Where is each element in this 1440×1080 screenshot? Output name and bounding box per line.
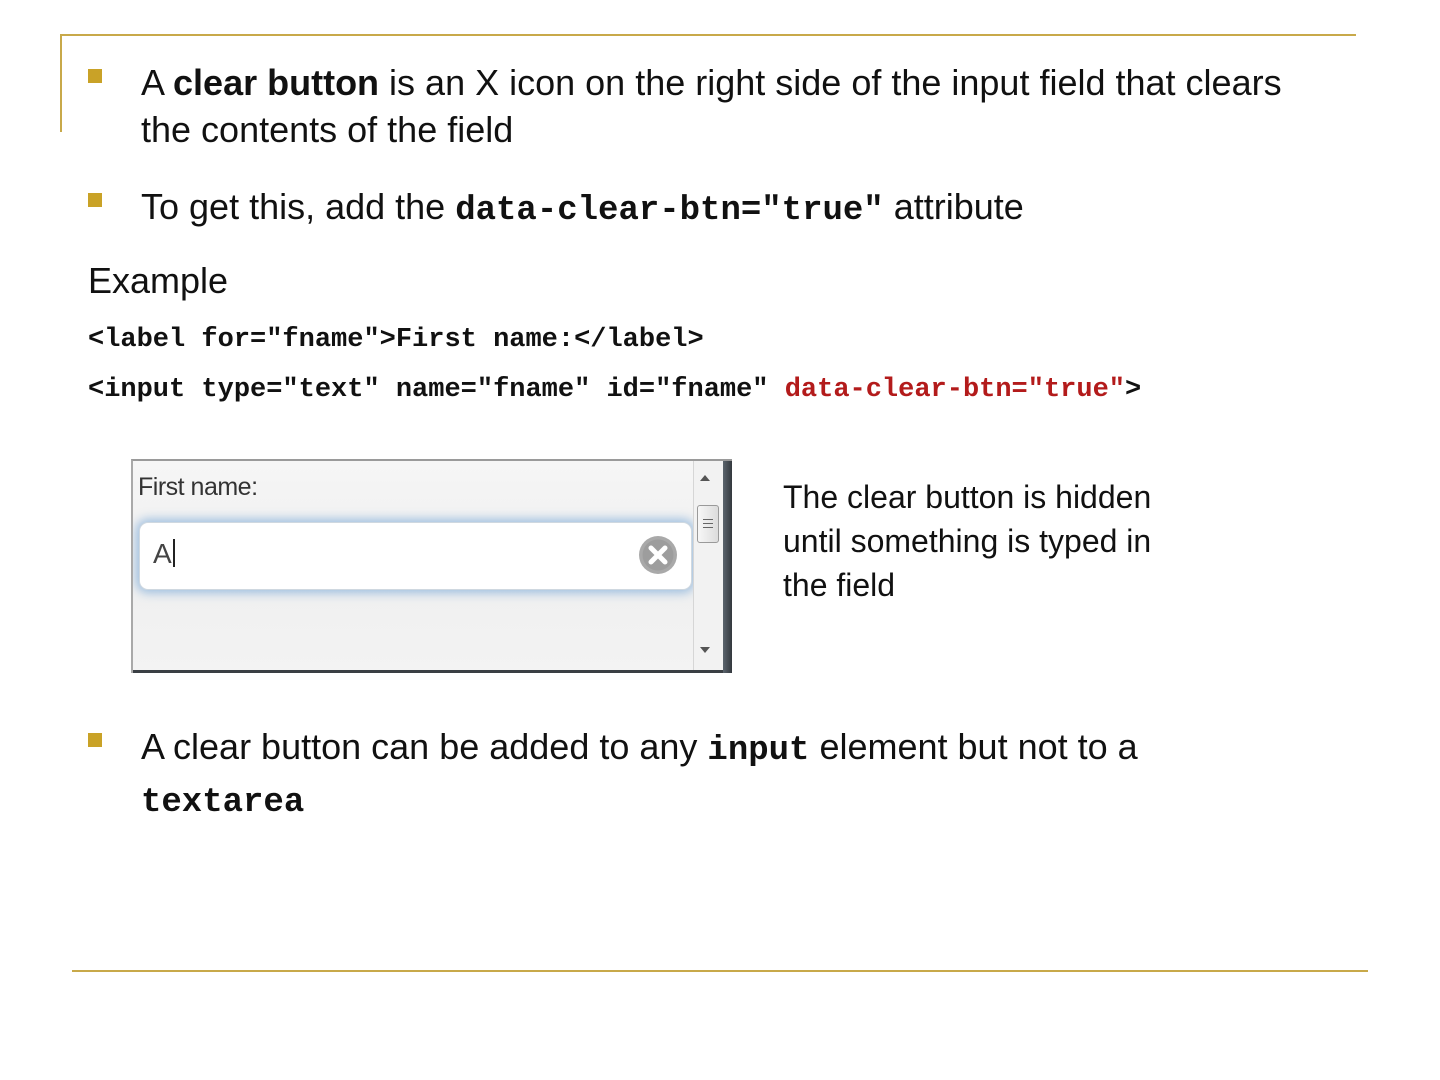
- bottom-rule: [72, 970, 1368, 972]
- first-name-input[interactable]: A: [139, 522, 692, 590]
- top-rule: [60, 34, 1356, 36]
- text-fragment: A: [141, 62, 174, 103]
- example-screenshot: First name: A: [131, 459, 732, 673]
- input-text: A: [153, 538, 172, 569]
- square-bullet-icon: [88, 69, 102, 83]
- square-bullet-icon: [88, 733, 102, 747]
- code-fragment: <input type="text" name="fname" id="fnam…: [88, 375, 785, 405]
- grip-line: [703, 527, 713, 528]
- code-fragment: >: [1124, 375, 1142, 405]
- code-line-label: <label for="fname">First name:</label>: [88, 325, 704, 355]
- screenshot-content: First name: A: [133, 461, 693, 670]
- inline-code: textarea: [141, 784, 305, 822]
- scroll-down-arrow-icon[interactable]: [700, 647, 710, 653]
- bullet-clear-button-definition: A clear button is an X icon on the right…: [88, 59, 1331, 153]
- code-line-input: <input type="text" name="fname" id="fnam…: [88, 372, 1141, 408]
- example-heading: Example: [88, 260, 229, 301]
- text-fragment: To get this, add the: [141, 186, 456, 227]
- text-fragment: element but not to a: [809, 726, 1138, 767]
- square-bullet-icon: [88, 193, 102, 207]
- scroll-up-arrow-icon[interactable]: [700, 475, 710, 481]
- highlighted-attribute: data-clear-btn="true": [784, 375, 1125, 405]
- bullet-input-vs-textarea: A clear button can be added to any input…: [88, 723, 1331, 827]
- inline-code: input: [707, 732, 810, 770]
- bullet-text: A clear button can be added to any input…: [141, 723, 1331, 827]
- scroll-thumb[interactable]: [697, 505, 719, 543]
- vertical-scrollbar[interactable]: [693, 461, 724, 670]
- bold-term: clear button: [173, 62, 380, 103]
- grip-line: [703, 519, 713, 520]
- bullet-attribute-instruction: To get this, add the data-clear-btn="tru…: [88, 183, 1024, 235]
- bullet-text: To get this, add the data-clear-btn="tru…: [141, 183, 1024, 235]
- side-note: The clear button is hidden until somethi…: [783, 479, 1152, 603]
- inline-code: data-clear-btn="true": [455, 192, 884, 230]
- field-label: First name:: [138, 473, 258, 501]
- bullet-text: A clear button is an X icon on the right…: [141, 59, 1331, 153]
- input-value: A: [153, 538, 175, 570]
- clear-circle-x-icon[interactable]: [638, 535, 678, 575]
- text-caret: [172, 539, 175, 567]
- left-rule: [60, 34, 62, 132]
- window-edge: [723, 461, 732, 673]
- text-fragment: attribute: [883, 186, 1024, 227]
- text-fragment: A clear button can be added to any: [141, 726, 708, 767]
- grip-line: [703, 523, 713, 524]
